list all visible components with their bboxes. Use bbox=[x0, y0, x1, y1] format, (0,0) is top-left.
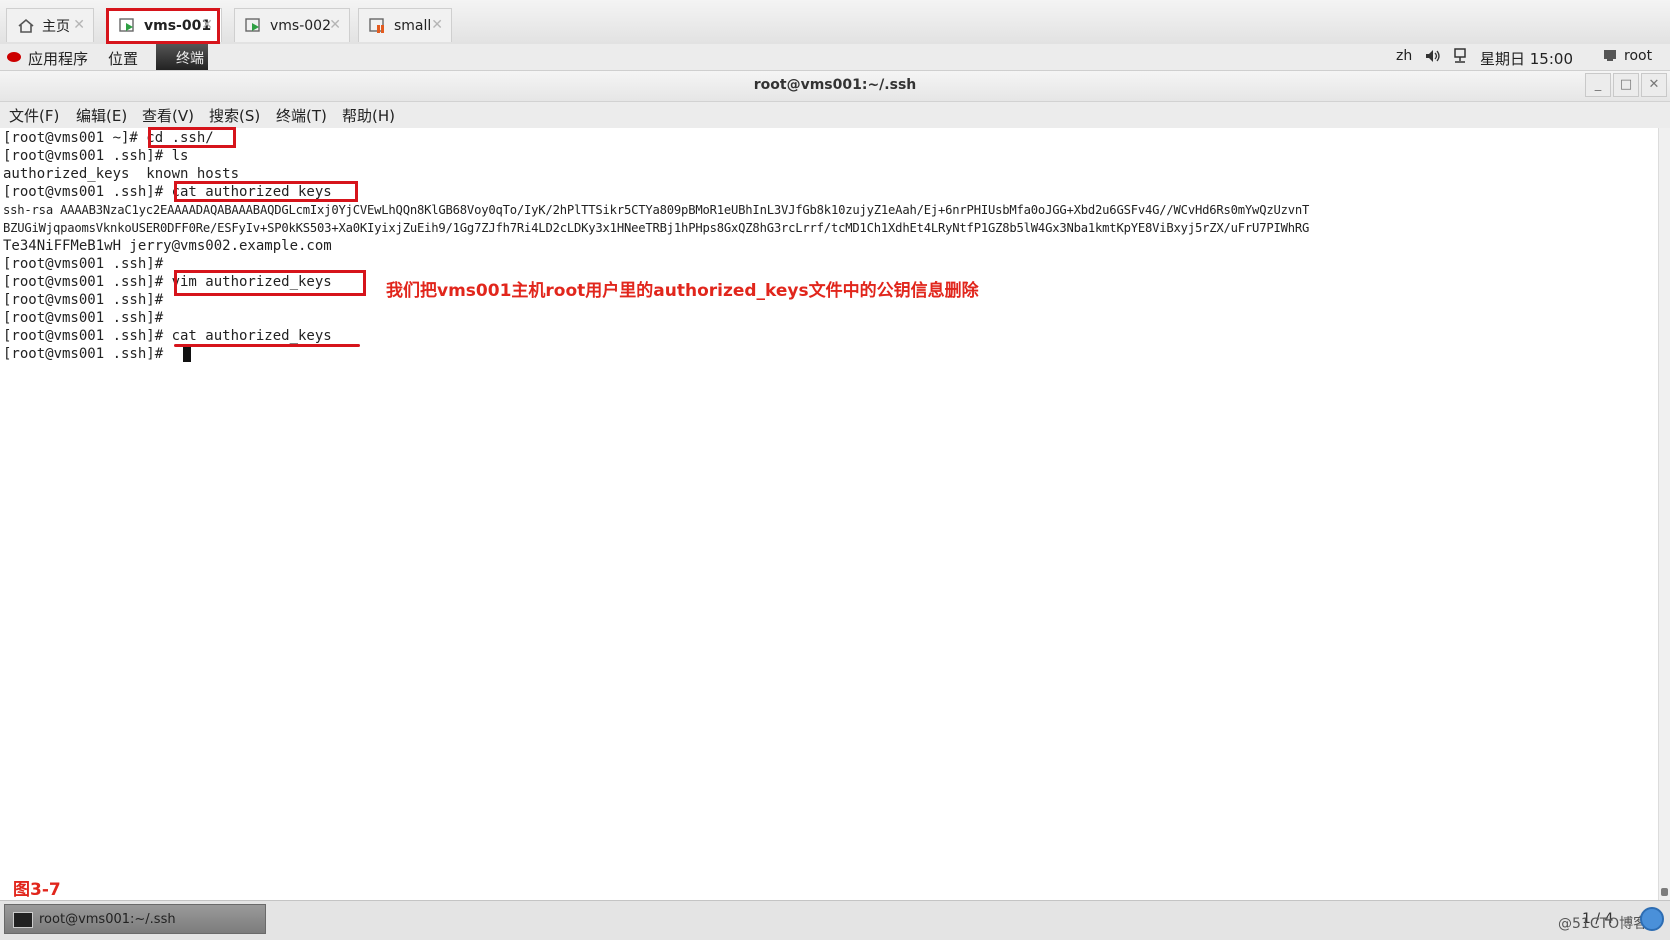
watermark: @51CTO博客 bbox=[1558, 916, 1648, 932]
terminal-line: ssh-rsa AAAAB3NzaC1yc2EAAAADAQABAAABAQDG… bbox=[3, 203, 1310, 217]
terminal-scrollbar[interactable] bbox=[1658, 128, 1670, 900]
maximize-button[interactable]: □ bbox=[1613, 73, 1639, 97]
menu-search[interactable]: 搜索(S) bbox=[209, 105, 260, 126]
top-panel: 应用程序 位置 终端 zh 星期日 15:00 root bbox=[0, 44, 1670, 71]
input-language[interactable]: zh bbox=[1396, 48, 1412, 64]
highlight-box bbox=[148, 127, 236, 148]
highlight-box bbox=[106, 8, 220, 44]
minimize-button[interactable]: _ bbox=[1585, 73, 1611, 97]
terminal-label: 终端 bbox=[176, 51, 204, 67]
menu-help[interactable]: 帮助(H) bbox=[342, 105, 395, 126]
terminal-line: [root@vms001 .ssh]# bbox=[3, 292, 164, 308]
menu-bar: 文件(F) 编辑(E) 查看(V) 搜索(S) 终端(T) 帮助(H) bbox=[0, 102, 1670, 128]
window-titlebar: root@vms001:~/.ssh _ □ ✕ bbox=[0, 71, 1670, 102]
home-icon bbox=[17, 17, 35, 35]
user-icon bbox=[1603, 48, 1617, 66]
terminal-line: BZUGiWjqpaomsVknkoUSER0DFF0Re/ESFyIv+SP0… bbox=[3, 221, 1310, 235]
bottom-taskbar: root@vms001:~/.ssh 1 / 4 @51CTO博客 bbox=[0, 900, 1670, 940]
terminal-cursor bbox=[183, 347, 191, 362]
tab-small[interactable]: small ✕ bbox=[358, 8, 452, 42]
highlight-box bbox=[174, 181, 358, 202]
redhat-icon bbox=[6, 49, 22, 67]
network-icon[interactable] bbox=[1452, 48, 1468, 68]
terminal-line: [root@vms001 .ssh]# bbox=[3, 310, 164, 326]
taskbar-item-label: root@vms001:~/.ssh bbox=[39, 912, 176, 927]
close-window-button[interactable]: ✕ bbox=[1641, 73, 1667, 97]
terminal-line: [root@vms001 .ssh]# bbox=[3, 256, 164, 272]
close-icon[interactable]: ✕ bbox=[329, 17, 341, 33]
close-icon[interactable]: ✕ bbox=[73, 17, 85, 33]
highlight-underline bbox=[174, 344, 360, 347]
vm-icon bbox=[369, 17, 387, 35]
menu-terminal[interactable]: 终端(T) bbox=[276, 105, 327, 126]
vm-running-icon bbox=[245, 17, 263, 35]
tab-label: small bbox=[394, 17, 432, 34]
volume-icon[interactable] bbox=[1424, 48, 1442, 68]
menu-view[interactable]: 查看(V) bbox=[142, 105, 194, 126]
tab-label: vms-002 bbox=[270, 17, 331, 34]
taskbar-item-terminal[interactable]: root@vms001:~/.ssh bbox=[4, 904, 266, 934]
highlight-box bbox=[174, 270, 366, 296]
terminal-line: Te34NiFFMeB1wH jerry@vms002.example.com bbox=[3, 238, 332, 254]
terminal-line: [root@vms001 .ssh]# cat authorized_keys bbox=[3, 328, 332, 344]
close-icon[interactable]: ✕ bbox=[431, 17, 443, 33]
scrollbar-thumb[interactable] bbox=[1661, 888, 1668, 896]
window-title: root@vms001:~/.ssh bbox=[753, 77, 917, 93]
applications-menu[interactable]: 应用程序 bbox=[28, 48, 88, 69]
tab-label: 主页 bbox=[42, 18, 70, 35]
menu-file[interactable]: 文件(F) bbox=[9, 105, 59, 126]
figure-label: 图3-7 bbox=[13, 880, 61, 900]
terminal-line: [root@vms001 .ssh]# bbox=[3, 346, 172, 362]
clock[interactable]: 星期日 15:00 bbox=[1480, 48, 1573, 69]
help-icon[interactable] bbox=[1640, 907, 1664, 931]
user-menu[interactable]: root bbox=[1624, 48, 1652, 64]
terminal-line: [root@vms001 .ssh]# ls bbox=[3, 148, 189, 164]
tab-home[interactable]: 主页 ✕ bbox=[6, 8, 94, 42]
terminal-launcher[interactable]: 终端 bbox=[156, 44, 208, 70]
vm-tab-bar: 主页 ✕ vms-001 ✕ vms-002 ✕ small ✕ bbox=[0, 0, 1670, 45]
terminal-icon bbox=[13, 912, 33, 928]
terminal-output[interactable]: [root@vms001 ~]# cd .ssh/ [root@vms001 .… bbox=[0, 127, 1658, 900]
menu-edit[interactable]: 编辑(E) bbox=[76, 105, 127, 126]
annotation-text: 我们把vms001主机root用户里的authorized_keys文件中的公钥… bbox=[386, 281, 979, 301]
places-menu[interactable]: 位置 bbox=[108, 48, 138, 69]
tab-vms-002[interactable]: vms-002 ✕ bbox=[234, 8, 350, 42]
